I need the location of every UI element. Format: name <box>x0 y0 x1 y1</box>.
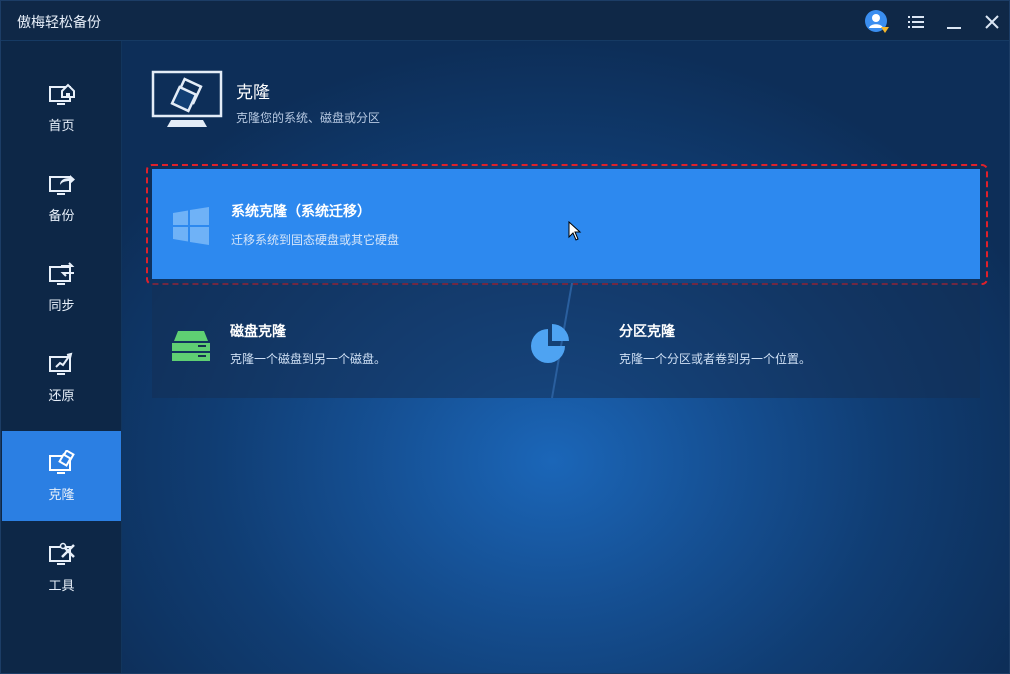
minimize-button[interactable] <box>941 9 967 35</box>
sidebar-item-label: 工具 <box>48 578 75 594</box>
tools-monitor-icon <box>48 542 75 565</box>
partition-clone-description: 克隆一个分区或者卷到另一个位置。 <box>619 352 812 366</box>
sidebar-item-tools[interactable]: 工具 <box>2 522 121 612</box>
app-title: 傲梅轻松备份 <box>17 15 101 31</box>
sidebar-item-sync[interactable]: 同步 <box>2 242 121 332</box>
backup-monitor-icon <box>48 174 75 195</box>
app-window: 傲梅轻松备份 首页 备份 同步 还原 克隆 工具 克隆 克隆您的系统、磁盘或分区… <box>0 0 1010 674</box>
clone-hero-icon <box>151 70 223 127</box>
partition-pie-icon <box>531 324 569 363</box>
disk-clone-card[interactable]: 磁盘克隆 克隆一个磁盘到另一个磁盘。 <box>152 283 562 398</box>
minimize-icon <box>947 27 961 29</box>
menu-list-icon <box>908 16 924 28</box>
close-icon <box>985 15 999 29</box>
sidebar-item-restore[interactable]: 还原 <box>2 332 121 422</box>
home-monitor-icon <box>48 83 75 105</box>
partition-clone-title: 分区克隆 <box>619 324 675 340</box>
user-icon <box>865 10 889 33</box>
sidebar-item-home[interactable]: 首页 <box>2 62 121 152</box>
system-clone-description: 迁移系统到固态硬盘或其它硬盘 <box>231 233 400 247</box>
mouse-cursor-icon <box>568 221 582 241</box>
clone-monitor-icon <box>48 449 75 474</box>
close-button[interactable] <box>979 9 1005 35</box>
sync-monitor-icon <box>48 261 74 285</box>
sidebar-item-label: 还原 <box>48 388 75 404</box>
page-description: 克隆您的系统、磁盘或分区 <box>236 111 381 125</box>
disk-clone-description: 克隆一个磁盘到另一个磁盘。 <box>230 352 387 366</box>
sidebar-item-label: 备份 <box>48 208 75 224</box>
sidebar-item-label: 同步 <box>48 298 75 314</box>
windows-icon <box>173 207 209 245</box>
page-title: 克隆 <box>236 83 270 103</box>
clone-options-row: 磁盘克隆 克隆一个磁盘到另一个磁盘。 分区克隆 克隆一个分区或者卷到另一个位置。 <box>152 283 980 398</box>
sidebar-item-label: 首页 <box>48 118 75 134</box>
restore-monitor-icon <box>48 352 72 375</box>
sidebar: 首页 备份 同步 还原 克隆 工具 <box>1 41 122 673</box>
system-clone-card[interactable]: 系统克隆（系统迁移） 迁移系统到固态硬盘或其它硬盘 <box>152 169 980 279</box>
system-clone-title: 系统克隆（系统迁移） <box>231 204 371 220</box>
user-account-button[interactable] <box>864 9 890 35</box>
partition-clone-card[interactable]: 分区克隆 克隆一个分区或者卷到另一个位置。 <box>531 283 980 398</box>
main-content: 克隆 克隆您的系统、磁盘或分区 系统克隆（系统迁移） 迁移系统到固态硬盘或其它硬… <box>122 41 1009 673</box>
menu-button[interactable] <box>903 9 929 35</box>
disk-clone-icon <box>172 331 210 361</box>
sidebar-item-label: 克隆 <box>48 487 75 503</box>
title-bar: 傲梅轻松备份 <box>1 1 1009 41</box>
disk-clone-title: 磁盘克隆 <box>230 324 286 340</box>
sidebar-item-backup[interactable]: 备份 <box>2 152 121 242</box>
sidebar-item-clone[interactable]: 克隆 <box>2 431 121 521</box>
